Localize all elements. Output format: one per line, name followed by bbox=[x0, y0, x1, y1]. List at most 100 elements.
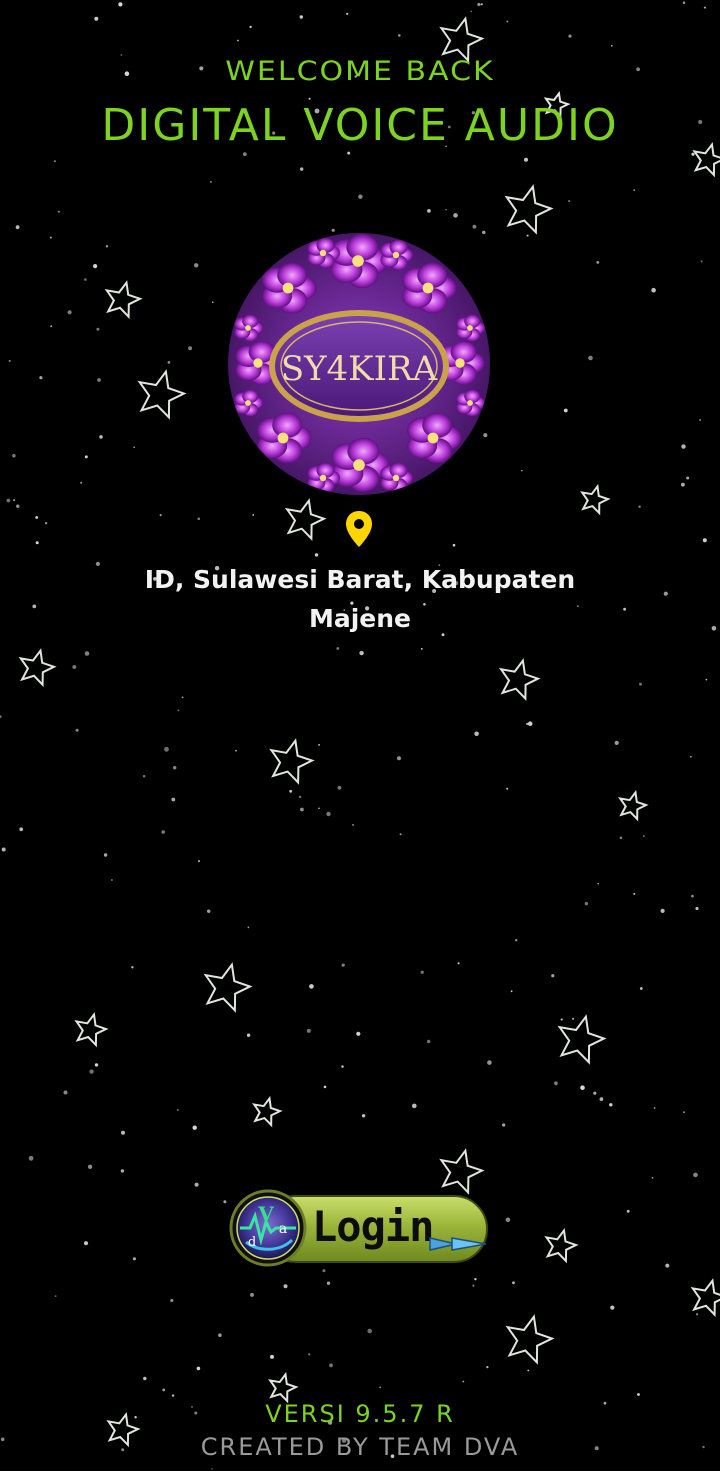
flower-petal bbox=[242, 314, 259, 328]
star-dot bbox=[181, 696, 184, 699]
flower-center bbox=[467, 325, 473, 331]
star-dot bbox=[526, 234, 529, 237]
star-dot bbox=[502, 1123, 506, 1127]
star-dot bbox=[352, 823, 355, 826]
star-dot bbox=[457, 962, 460, 965]
flower-petal bbox=[389, 239, 408, 255]
star-decoration bbox=[505, 1314, 555, 1365]
star-decoration bbox=[203, 962, 253, 1013]
logo-letter-d: d bbox=[248, 1235, 256, 1250]
star-dot bbox=[300, 167, 304, 171]
location-pin-icon bbox=[344, 510, 374, 548]
star-dot bbox=[176, 1108, 179, 1111]
star-dot bbox=[638, 505, 641, 508]
star-dot bbox=[247, 926, 250, 929]
flower-center bbox=[455, 358, 465, 368]
star-dot bbox=[283, 1284, 288, 1289]
star-dot bbox=[164, 746, 169, 752]
star-dot bbox=[75, 728, 79, 732]
star-dot bbox=[54, 1295, 57, 1297]
star-dot bbox=[80, 481, 83, 484]
star-dot bbox=[49, 236, 52, 239]
star-dot bbox=[63, 1090, 68, 1095]
star-decoration bbox=[252, 1095, 283, 1128]
flower-petal bbox=[277, 262, 308, 288]
star-dot bbox=[35, 516, 39, 519]
star-dot bbox=[623, 607, 626, 611]
dva-logo-icon: V d a bbox=[229, 1189, 307, 1267]
star-dot bbox=[486, 1366, 489, 1369]
star-dot bbox=[480, 3, 483, 6]
star-dot bbox=[197, 517, 201, 521]
star-dot bbox=[619, 836, 623, 840]
flower-petal bbox=[242, 389, 259, 403]
star-dot bbox=[633, 892, 636, 895]
flower-petal bbox=[417, 262, 448, 288]
star-dot bbox=[660, 908, 665, 914]
star-dot bbox=[167, 361, 171, 364]
star-dot bbox=[397, 756, 401, 761]
star-dot bbox=[84, 278, 87, 281]
app-title: DIGITAL VOICE AUDIO bbox=[101, 100, 619, 151]
star-dot bbox=[159, 514, 162, 517]
star-dot bbox=[482, 230, 486, 235]
star-dot bbox=[420, 970, 424, 974]
flower-center bbox=[245, 400, 251, 406]
star-dot bbox=[398, 34, 401, 37]
avatar-name-text: SY4KIRA bbox=[281, 349, 438, 389]
flower-petal bbox=[347, 437, 380, 465]
star-dot bbox=[609, 1103, 613, 1107]
star-dot bbox=[367, 1328, 373, 1334]
star-dot bbox=[57, 210, 60, 213]
flower-center bbox=[245, 325, 251, 331]
star-dot bbox=[118, 2, 123, 7]
star-dot bbox=[611, 45, 613, 47]
star-dot bbox=[289, 789, 293, 793]
profile-avatar[interactable]: SY4KIRA bbox=[228, 233, 490, 495]
star-dot bbox=[683, 1111, 686, 1114]
star-dot bbox=[223, 1200, 227, 1204]
star-decoration bbox=[557, 1014, 607, 1065]
star-dot bbox=[356, 1031, 361, 1036]
star-decoration bbox=[504, 184, 554, 235]
flower-petal bbox=[316, 237, 335, 253]
star-dot bbox=[142, 774, 146, 778]
star-dot bbox=[15, 225, 20, 230]
star-dot bbox=[637, 1393, 640, 1396]
star-decoration bbox=[690, 1278, 720, 1318]
flower-petal bbox=[464, 314, 481, 328]
star-dot bbox=[318, 807, 320, 810]
star-dot bbox=[83, 1241, 89, 1246]
star-dot bbox=[702, 538, 707, 543]
star-dot bbox=[572, 1017, 575, 1020]
star-dot bbox=[346, 12, 349, 15]
star-dot bbox=[308, 1353, 311, 1356]
flower-center bbox=[282, 282, 294, 294]
star-dot bbox=[477, 2, 481, 7]
star-dot bbox=[53, 160, 57, 163]
star-decoration bbox=[580, 483, 611, 516]
star-dot bbox=[663, 591, 668, 596]
flower-center bbox=[353, 459, 365, 471]
star-dot bbox=[105, 245, 109, 248]
star-dot bbox=[341, 963, 345, 967]
star-dot bbox=[177, 709, 180, 712]
star-dot bbox=[568, 34, 572, 38]
star-dot bbox=[306, 1028, 311, 1033]
star-dot bbox=[665, 1263, 670, 1268]
star-dot bbox=[95, 561, 100, 567]
star-dot bbox=[198, 860, 200, 863]
version-text: VERSI 9.5.7 R bbox=[265, 1400, 455, 1428]
star-dot bbox=[568, 199, 571, 203]
star-dot bbox=[703, 6, 706, 9]
star-dot bbox=[326, 811, 331, 817]
star-dot bbox=[16, 504, 20, 508]
star-dot bbox=[515, 939, 518, 942]
star-dot bbox=[242, 152, 247, 157]
star-dot bbox=[6, 498, 11, 503]
login-button[interactable]: Login V d a bbox=[228, 1188, 498, 1272]
star-dot bbox=[237, 39, 239, 42]
star-dot bbox=[642, 835, 645, 837]
star-dot bbox=[235, 749, 237, 752]
star-dot bbox=[691, 152, 695, 156]
